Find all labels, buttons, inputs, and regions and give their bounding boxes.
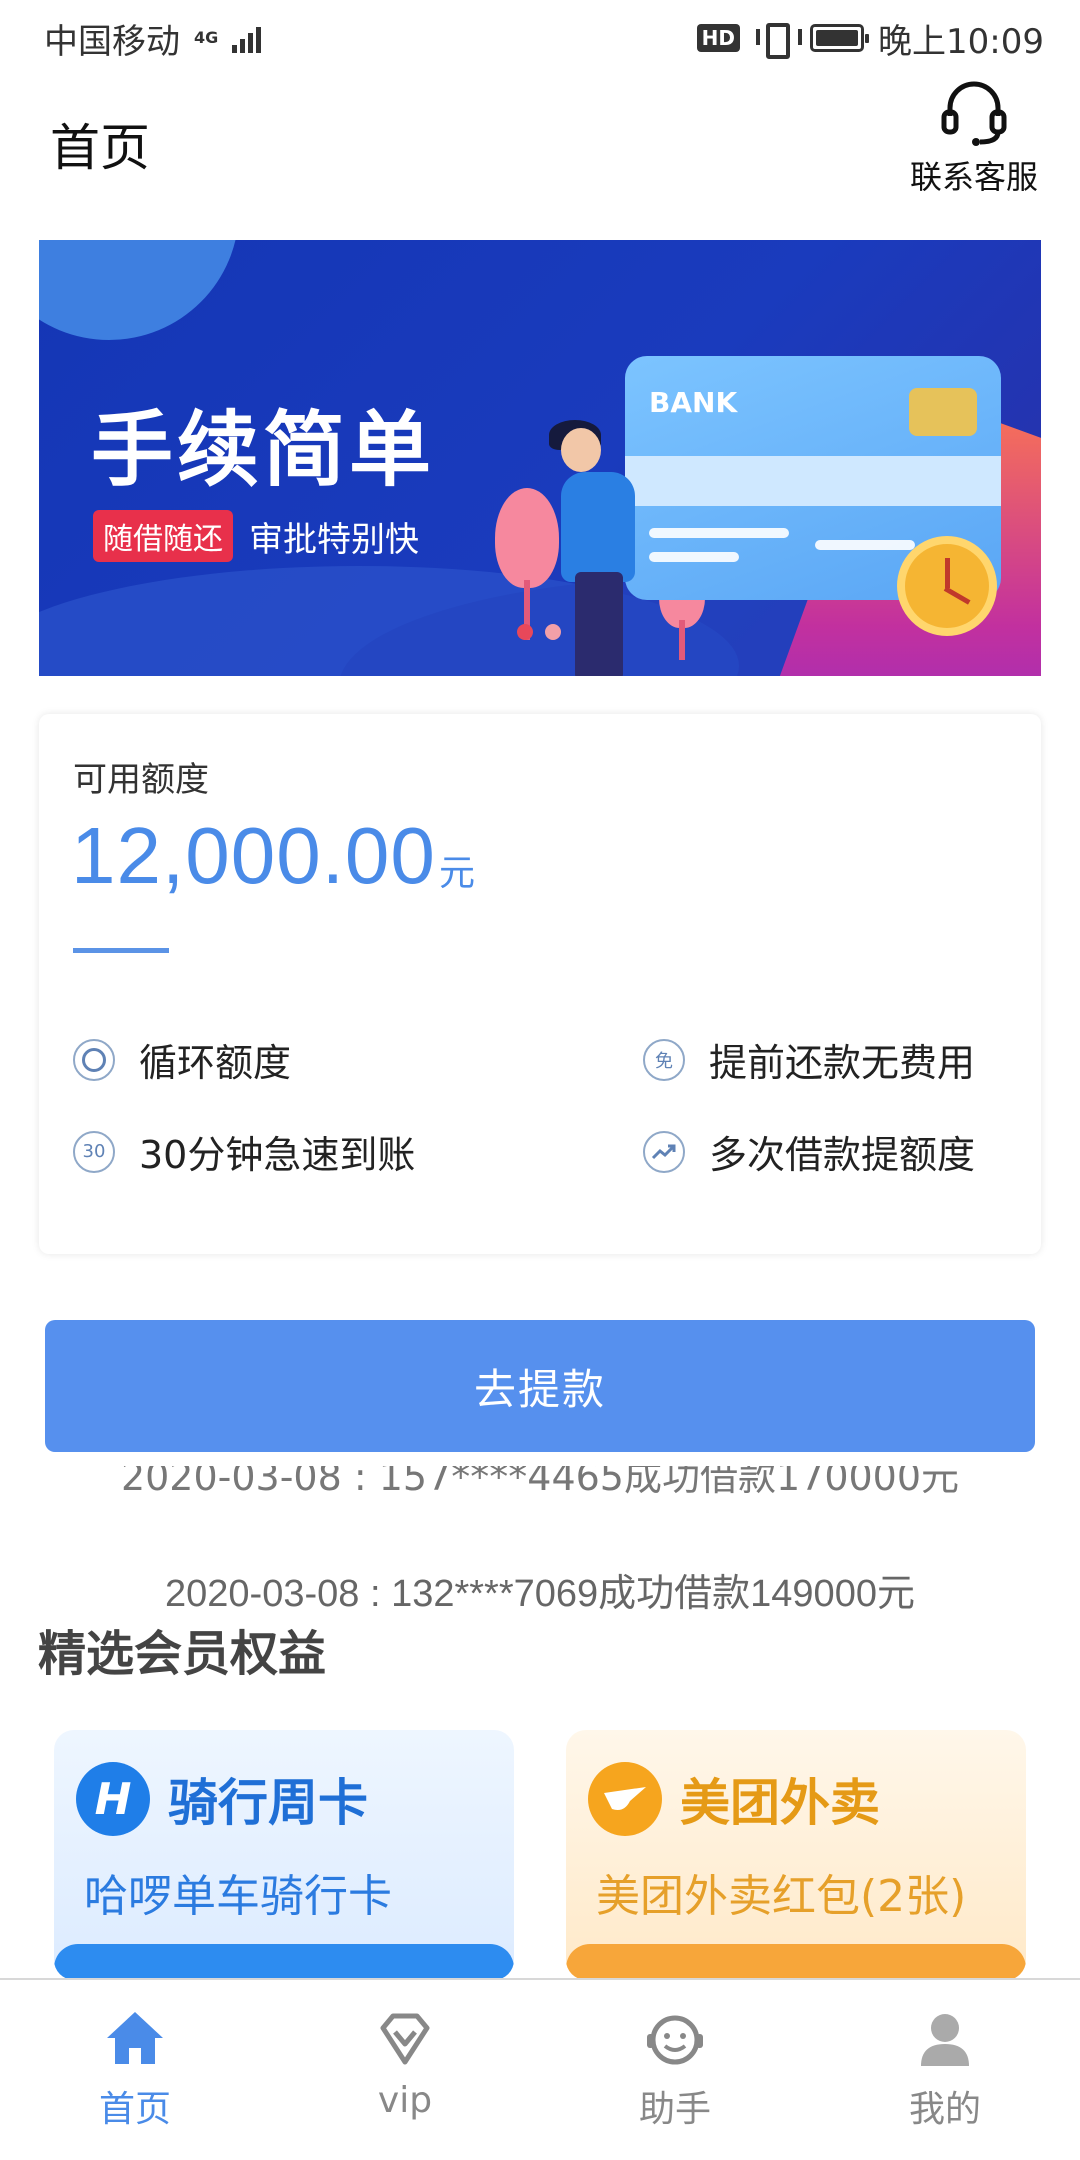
benefit-head: H 骑行周卡 <box>76 1762 368 1836</box>
tree-illustration <box>495 488 559 588</box>
quota-amount: 12,000.00 <box>71 811 436 900</box>
banner-decor-circle <box>39 240 239 340</box>
nav-label-vip: vip <box>377 2080 433 2121</box>
app-header: 首页 联系客服 <box>0 76 1080 226</box>
feature-label: 多次借款提额度 <box>709 1133 976 1177</box>
card-stripe <box>625 456 1001 506</box>
free-icon: 免 <box>643 1038 685 1081</box>
person-illustration <box>561 472 635 582</box>
feature-revolving-quota: 循环额度 <box>73 1032 291 1087</box>
battery-icon <box>810 24 870 52</box>
thirty-minutes-icon: 30 <box>73 1130 115 1173</box>
withdraw-button[interactable]: 去提款 <box>45 1320 1035 1452</box>
benefit-name: 骑行周卡 <box>168 1774 368 1832</box>
profile-icon <box>921 2014 969 2066</box>
benefit-desc: 美团外卖红包(2张) <box>596 1871 967 1922</box>
headset-icon <box>941 81 1007 146</box>
card-line <box>815 540 915 550</box>
page-title: 首页 <box>50 119 150 177</box>
contact-service-button[interactable]: 联系客服 <box>894 76 1054 198</box>
nav-item-vip[interactable]: vip <box>270 1980 540 2160</box>
nav-label-profile: 我的 <box>908 2089 981 2130</box>
stopwatch-illustration <box>897 536 997 636</box>
meituan-kangaroo-icon <box>588 1762 662 1836</box>
quota-unit: 元 <box>439 853 476 894</box>
home-icon <box>107 2012 163 2064</box>
benefits-section-title: 精选会员权益 <box>38 1626 327 1682</box>
promo-banner[interactable]: 手续简单 随借随还 审批特别快 BANK <box>39 240 1041 676</box>
feature-fast-arrival: 30 30分钟急速到账 <box>73 1124 415 1179</box>
nav-label-home: 首页 <box>98 2089 171 2130</box>
benefit-desc: 哈啰单车骑行卡 <box>84 1871 392 1922</box>
quota-label: 可用额度 <box>73 760 209 800</box>
network-type: 4G <box>194 28 219 47</box>
feature-raise-limit: 多次借款提额度 <box>643 1124 975 1179</box>
hellobike-logo-icon: H <box>76 1762 150 1836</box>
ticker-previous: 2020-03-08 : 157****4465成功借款170000元 <box>120 1466 960 1499</box>
status-left: 中国移动 4G <box>44 14 262 63</box>
person-illustration <box>561 428 601 472</box>
nav-item-home[interactable]: 首页 <box>0 1980 270 2160</box>
banner-tag: 随借随还 <box>93 510 233 562</box>
banner-dot-active[interactable] <box>517 624 533 640</box>
card-chip <box>909 388 977 436</box>
signal-icon <box>232 23 262 53</box>
card-line <box>649 552 739 562</box>
nav-item-profile[interactable]: 我的 <box>810 1980 1080 2160</box>
bottom-nav: 首页 vip 助手 我的 <box>0 1978 1080 2160</box>
contact-service-label: 联系客服 <box>909 158 1038 196</box>
bank-card-label: BANK <box>649 386 738 419</box>
vibrate-icon <box>754 21 803 59</box>
quota-card: 可用额度 12,000.00 元 循环额度 免 提前还款无费用 30 30分钟急… <box>39 714 1041 1254</box>
feature-label: 提前还款无费用 <box>709 1041 976 1085</box>
vip-diamond-icon <box>380 2013 430 2065</box>
feature-free-prepayment: 免 提前还款无费用 <box>643 1032 975 1087</box>
banner-dot[interactable] <box>545 624 561 640</box>
status-bar: 中国移动 4G HD 晚上10:09 <box>0 0 1080 76</box>
loan-ticker: 2020-03-08 : 157****4465成功借款170000元 2020… <box>0 1466 1080 1616</box>
banner-subtitle: 审批特别快 <box>249 520 419 560</box>
benefit-bar <box>566 1944 1026 1980</box>
person-illustration <box>575 572 623 676</box>
benefit-card-meituan[interactable]: 美团外卖 美团外卖红包(2张) <box>566 1730 1026 1980</box>
benefit-bar <box>54 1944 514 1980</box>
feature-label: 循环额度 <box>139 1041 292 1085</box>
nav-label-assistant: 助手 <box>638 2089 711 2130</box>
trend-up-icon <box>643 1130 685 1173</box>
ticker-current: 2020-03-08 : 132****7069成功借款149000元 <box>165 1573 915 1615</box>
banner-pagination <box>517 624 561 640</box>
quota-underline <box>73 948 169 953</box>
hd-badge: HD <box>696 24 741 52</box>
banner-headline: 手续简单 <box>91 403 436 498</box>
clock-time: 晚上10:09 <box>878 21 1044 62</box>
benefit-card-riding[interactable]: H 骑行周卡 哈啰单车骑行卡 <box>54 1730 514 1980</box>
benefit-name: 美团外卖 <box>680 1774 880 1832</box>
carrier-name: 中国移动 <box>44 21 180 62</box>
assistant-icon <box>647 2015 703 2065</box>
card-line <box>649 528 789 538</box>
benefit-head: 美团外卖 <box>588 1762 880 1836</box>
nav-item-assistant[interactable]: 助手 <box>540 1980 810 2160</box>
feature-label: 30分钟急速到账 <box>139 1133 416 1177</box>
circle-loop-icon <box>73 1038 115 1081</box>
tree-trunk <box>679 620 685 660</box>
status-right: HD 晚上10:09 <box>696 14 1044 63</box>
